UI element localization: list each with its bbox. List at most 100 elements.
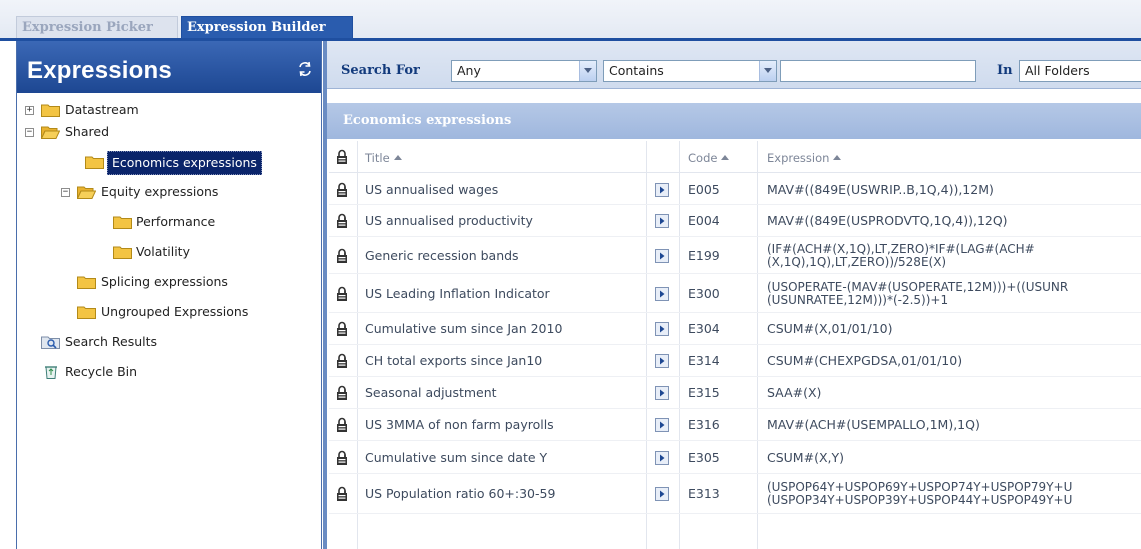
row-title: Cumulative sum since Jan 2010 (365, 321, 563, 336)
unlocked-icon[interactable] (335, 353, 349, 369)
row-code: E005 (688, 182, 720, 197)
table-row[interactable]: US Population ratio 60+:30-59 E313 (USPOP6… (329, 474, 1141, 514)
row-code: E313 (688, 486, 720, 501)
tab-expression-builder[interactable]: Expression Builder (181, 16, 353, 40)
unlocked-icon[interactable] (335, 486, 349, 502)
row-code: E300 (688, 286, 720, 301)
unlocked-icon[interactable] (335, 286, 349, 302)
lock-icon[interactable] (335, 149, 349, 165)
tree-item-splicing-expressions[interactable]: Splicing expressions (17, 271, 317, 293)
tree-label: Splicing expressions (101, 274, 228, 289)
use-expression-icon[interactable] (655, 249, 669, 263)
row-expression: MAV#((849E(USWRIP..B,1Q,4)),12M) (767, 182, 994, 197)
folder-icon (113, 246, 132, 259)
tree-label: Equity expressions (101, 184, 219, 199)
row-expression: SAA#(X) (767, 385, 822, 400)
sort-ascending-icon (833, 155, 842, 160)
column-header-code[interactable]: Code (688, 151, 730, 165)
tree-label: Shared (65, 124, 110, 139)
row-code: E305 (688, 450, 720, 465)
column-header-code-label: Code (688, 151, 718, 165)
tree-item-search-results[interactable]: Search Results (17, 331, 317, 353)
use-expression-icon[interactable] (655, 451, 669, 465)
folder-select[interactable]: All Folders (1019, 60, 1141, 82)
expand-icon[interactable]: + (25, 106, 34, 115)
chevron-down-icon[interactable] (579, 61, 596, 81)
row-code: E304 (688, 321, 720, 336)
table-row[interactable]: US annualised wages E005 MAV#((849E(USWRIP… (329, 174, 1141, 205)
table-row[interactable]: Seasonal adjustment E315 SAA#(X) (329, 377, 1141, 409)
tree-label: Performance (136, 214, 216, 229)
use-expression-icon[interactable] (655, 322, 669, 336)
tree-item-shared[interactable]: − Shared (17, 121, 317, 143)
row-code: E199 (688, 248, 720, 263)
use-expression-icon[interactable] (655, 487, 669, 501)
row-code: E315 (688, 385, 720, 400)
table-row[interactable]: US Leading Inflation Indicator E300 (USOPE… (329, 274, 1141, 313)
tree-item-volatility[interactable]: Volatility (17, 241, 317, 263)
tree-label: Recycle Bin (65, 364, 138, 379)
grid-header: Title Code Expression (329, 141, 1141, 173)
collapse-icon[interactable]: − (61, 188, 70, 197)
row-title: Cumulative sum since date Y (365, 450, 548, 465)
tab-expression-picker[interactable]: Expression Picker (16, 16, 178, 40)
column-header-title-label: Title (365, 151, 390, 165)
tree-label: Volatility (136, 244, 190, 259)
folder-icon (41, 104, 60, 117)
table-row[interactable]: Generic recession bands E199 (IF#(ACH#(X,1… (329, 237, 1141, 274)
tree-item-equity-expressions[interactable]: − Equity expressions (17, 181, 317, 203)
tree-item-ungrouped-expressions[interactable]: Ungrouped Expressions (17, 301, 317, 323)
tree-item-performance[interactable]: Performance (17, 211, 317, 233)
use-expression-icon[interactable] (655, 354, 669, 368)
search-bar: Search For Any Contains In All Folders (327, 41, 1141, 89)
chevron-down-icon[interactable] (759, 61, 776, 81)
recycle-bin-icon (45, 366, 57, 379)
row-expression: MAV#(ACH#(USEMPALLO,1M),1Q) (767, 417, 980, 432)
row-expression-line2: (USPOP34Y+USPOP39Y+USPOP44Y+USPOP49Y+U (767, 493, 1073, 507)
table-row[interactable]: Cumulative sum since Jan 2010 E304 CSUM#(X… (329, 313, 1141, 345)
table-row[interactable]: Cumulative sum since date Y E305 CSUM#(X,Y… (329, 441, 1141, 474)
use-expression-icon[interactable] (655, 386, 669, 400)
unlocked-icon[interactable] (335, 385, 349, 401)
row-expression: CSUM#(CHEXPGDSA,01/01/10) (767, 353, 963, 368)
table-row[interactable]: US annualised productivity E004 MAV#((849E… (329, 205, 1141, 237)
sidebar-title: Expressions (27, 57, 172, 84)
row-expression: CSUM#(X,01/01/10) (767, 321, 893, 336)
sort-ascending-icon (393, 155, 402, 160)
use-expression-icon[interactable] (655, 287, 669, 301)
use-expression-icon[interactable] (655, 418, 669, 432)
search-field-select[interactable]: Any (451, 60, 597, 82)
search-input[interactable] (780, 60, 976, 82)
column-header-expression-label: Expression (767, 151, 830, 165)
use-expression-icon[interactable] (655, 214, 669, 228)
unlocked-icon[interactable] (335, 213, 349, 229)
match-type-value: Contains (609, 63, 664, 78)
row-expression: MAV#((849E(USPRODVTQ,1Q,4)),12Q) (767, 213, 1008, 228)
table-row[interactable]: CH total exports since Jan10 E314 CSUM#(CH… (329, 345, 1141, 377)
table-row[interactable]: US 3MMA of non farm payrolls E316 MAV#(ACH… (329, 409, 1141, 441)
unlocked-icon[interactable] (335, 417, 349, 433)
column-header-expression[interactable]: Expression (767, 151, 842, 165)
match-type-select[interactable]: Contains (603, 60, 777, 82)
tree-item-datastream[interactable]: + Datastream (17, 99, 317, 121)
tree-label-selected: Economics expressions (107, 151, 262, 175)
unlocked-icon[interactable] (335, 321, 349, 337)
row-title: Seasonal adjustment (365, 385, 497, 400)
expression-manager-app: Expression Picker Expression Builder Exp… (0, 0, 1141, 549)
collapse-icon[interactable]: − (25, 128, 34, 137)
expressions-sidebar: Expressions + Datastream − Shared Econom… (16, 41, 322, 549)
unlocked-icon[interactable] (335, 182, 349, 198)
row-expression-line2: (X,1Q),1Q),LT,ZERO))/528E(X) (767, 255, 947, 269)
folder-icon (113, 216, 132, 229)
sort-ascending-icon (721, 155, 730, 160)
column-header-title[interactable]: Title (365, 151, 402, 165)
unlocked-icon[interactable] (335, 248, 349, 264)
folder-icon (77, 276, 96, 289)
use-expression-icon[interactable] (655, 183, 669, 197)
unlocked-icon[interactable] (335, 450, 349, 466)
tree-item-economics-expressions[interactable]: Economics expressions (17, 151, 317, 175)
search-folder-icon (41, 336, 60, 349)
refresh-icon[interactable] (297, 61, 313, 77)
tree-item-recycle-bin[interactable]: Recycle Bin (17, 361, 317, 383)
row-title: CH total exports since Jan10 (365, 353, 543, 368)
